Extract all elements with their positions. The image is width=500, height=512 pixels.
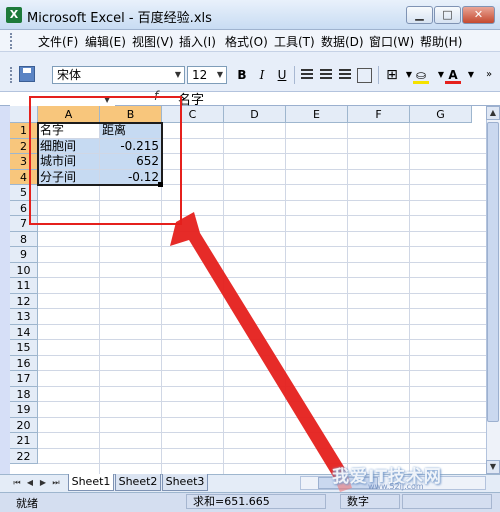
menu-tools[interactable]: 工具(T) <box>274 33 315 50</box>
font-name-value: 宋体 <box>57 68 82 82</box>
status-mode: 数字 <box>340 494 400 509</box>
menu-file[interactable]: 文件(F) <box>38 33 78 50</box>
font-color-swatch <box>445 81 461 84</box>
menu-view[interactable]: 视图(V) <box>132 33 174 50</box>
column-header-e[interactable]: E <box>286 106 348 123</box>
grid-column-line <box>409 123 410 474</box>
grid-row-line <box>38 401 486 402</box>
tab-sheet1[interactable]: Sheet1 <box>68 474 114 491</box>
chevron-down-icon[interactable]: ▼ <box>215 68 225 82</box>
chevron-down-icon[interactable]: ▼ <box>462 66 480 84</box>
italic-button[interactable]: I <box>253 66 271 84</box>
fill-color-button[interactable]: ⛀ <box>412 66 430 84</box>
grid-column-line <box>223 123 224 474</box>
first-sheet-icon[interactable]: ⏮ <box>12 477 22 489</box>
grid-row-line <box>38 416 486 418</box>
prev-sheet-icon[interactable]: ◀ <box>25 477 35 489</box>
bold-button[interactable]: B <box>233 66 251 84</box>
grid-row-line <box>38 261 486 263</box>
scroll-up-icon[interactable]: ▲ <box>486 106 500 120</box>
row-header-14[interactable]: 14 <box>10 324 38 340</box>
align-center-icon <box>320 69 332 81</box>
vertical-scroll-thumb[interactable] <box>487 122 499 422</box>
row-header-15[interactable]: 15 <box>10 340 38 356</box>
toolbar-separator <box>294 66 295 84</box>
next-sheet-icon[interactable]: ▶ <box>38 477 48 489</box>
grid-row-line <box>38 230 486 232</box>
grid-row-line <box>38 246 486 247</box>
grid-row-line <box>38 370 486 371</box>
menu-data[interactable]: 数据(D) <box>321 33 364 50</box>
maximize-button[interactable]: □ <box>434 6 461 24</box>
annotation-highlight-box <box>29 96 182 225</box>
align-right-button[interactable] <box>336 66 354 84</box>
scroll-down-icon[interactable]: ▼ <box>486 460 500 474</box>
row-header-18[interactable]: 18 <box>10 386 38 402</box>
row-header-19[interactable]: 19 <box>10 402 38 418</box>
font-color-icon: A <box>448 68 458 82</box>
row-header-20[interactable]: 20 <box>10 417 38 433</box>
window-title: Microsoft Excel - 百度经验.xls <box>27 11 212 26</box>
row-header-13[interactable]: 13 <box>10 309 38 325</box>
status-ready: 就绪 <box>16 497 38 510</box>
menu-format[interactable]: 格式(O) <box>225 33 268 50</box>
grid-column-line <box>347 123 348 474</box>
font-size-value: 12 <box>192 68 208 82</box>
grid-row-line <box>38 292 486 294</box>
align-center-button[interactable] <box>317 66 335 84</box>
toolbar-separator <box>378 66 379 84</box>
last-sheet-icon[interactable]: ⏭ <box>51 477 61 489</box>
site-watermark-url: www.52ij.com <box>368 482 424 491</box>
status-sum: 求和=651.665 <box>186 494 326 509</box>
font-name-select[interactable]: 宋体 ▼ <box>52 66 185 84</box>
grid-row-line <box>38 323 486 325</box>
grid-row-line <box>38 385 486 387</box>
toolbar-grip-handle[interactable] <box>10 67 14 83</box>
grid-row-line <box>38 308 486 309</box>
menu-insert[interactable]: 插入(I) <box>179 33 216 50</box>
column-header-f[interactable]: F <box>348 106 410 123</box>
align-left-icon <box>301 69 313 81</box>
save-icon[interactable] <box>19 66 35 82</box>
toolbar-options-icon[interactable]: » <box>480 66 498 84</box>
paint-bucket-icon: ⛀ <box>415 68 427 82</box>
row-header-11[interactable]: 11 <box>10 278 38 294</box>
grid-row-line <box>38 432 486 433</box>
font-color-button[interactable]: A <box>444 66 462 84</box>
borders-button[interactable]: ⊞ <box>383 66 401 84</box>
grid-row-line <box>38 277 486 278</box>
grid-row-line <box>38 447 486 449</box>
close-button[interactable]: ✕ <box>462 6 495 24</box>
row-header-21[interactable]: 21 <box>10 433 38 449</box>
grid-row-line <box>38 339 486 340</box>
row-header-17[interactable]: 17 <box>10 371 38 387</box>
align-left-button[interactable] <box>298 66 316 84</box>
tab-sheet3[interactable]: Sheet3 <box>162 474 208 491</box>
row-header-9[interactable]: 9 <box>10 247 38 263</box>
row-header-16[interactable]: 16 <box>10 355 38 371</box>
column-header-d[interactable]: D <box>224 106 286 123</box>
font-size-select[interactable]: 12 ▼ <box>187 66 227 84</box>
menu-edit[interactable]: 编辑(E) <box>85 33 126 50</box>
grid-column-line <box>285 123 286 474</box>
row-header-10[interactable]: 10 <box>10 262 38 278</box>
minimize-button[interactable]: ▁ <box>406 6 433 24</box>
menu-window[interactable]: 窗口(W) <box>369 33 414 50</box>
status-panel <box>402 494 492 509</box>
underline-button[interactable]: U <box>273 66 291 84</box>
row-header-22[interactable]: 22 <box>10 448 38 464</box>
align-right-icon <box>339 69 351 81</box>
chevron-down-icon[interactable]: ▼ <box>173 68 183 82</box>
fill-color-swatch <box>413 81 429 84</box>
menu-grip-handle[interactable] <box>10 33 14 49</box>
row-header-8[interactable]: 8 <box>10 231 38 247</box>
merge-center-button[interactable] <box>357 68 372 83</box>
excel-app-icon[interactable]: X <box>6 7 22 23</box>
grid-row-line <box>38 354 486 356</box>
column-header-g[interactable]: G <box>410 106 472 123</box>
menu-help[interactable]: 帮助(H) <box>420 33 462 50</box>
row-header-12[interactable]: 12 <box>10 293 38 309</box>
tab-sheet2[interactable]: Sheet2 <box>115 474 161 491</box>
